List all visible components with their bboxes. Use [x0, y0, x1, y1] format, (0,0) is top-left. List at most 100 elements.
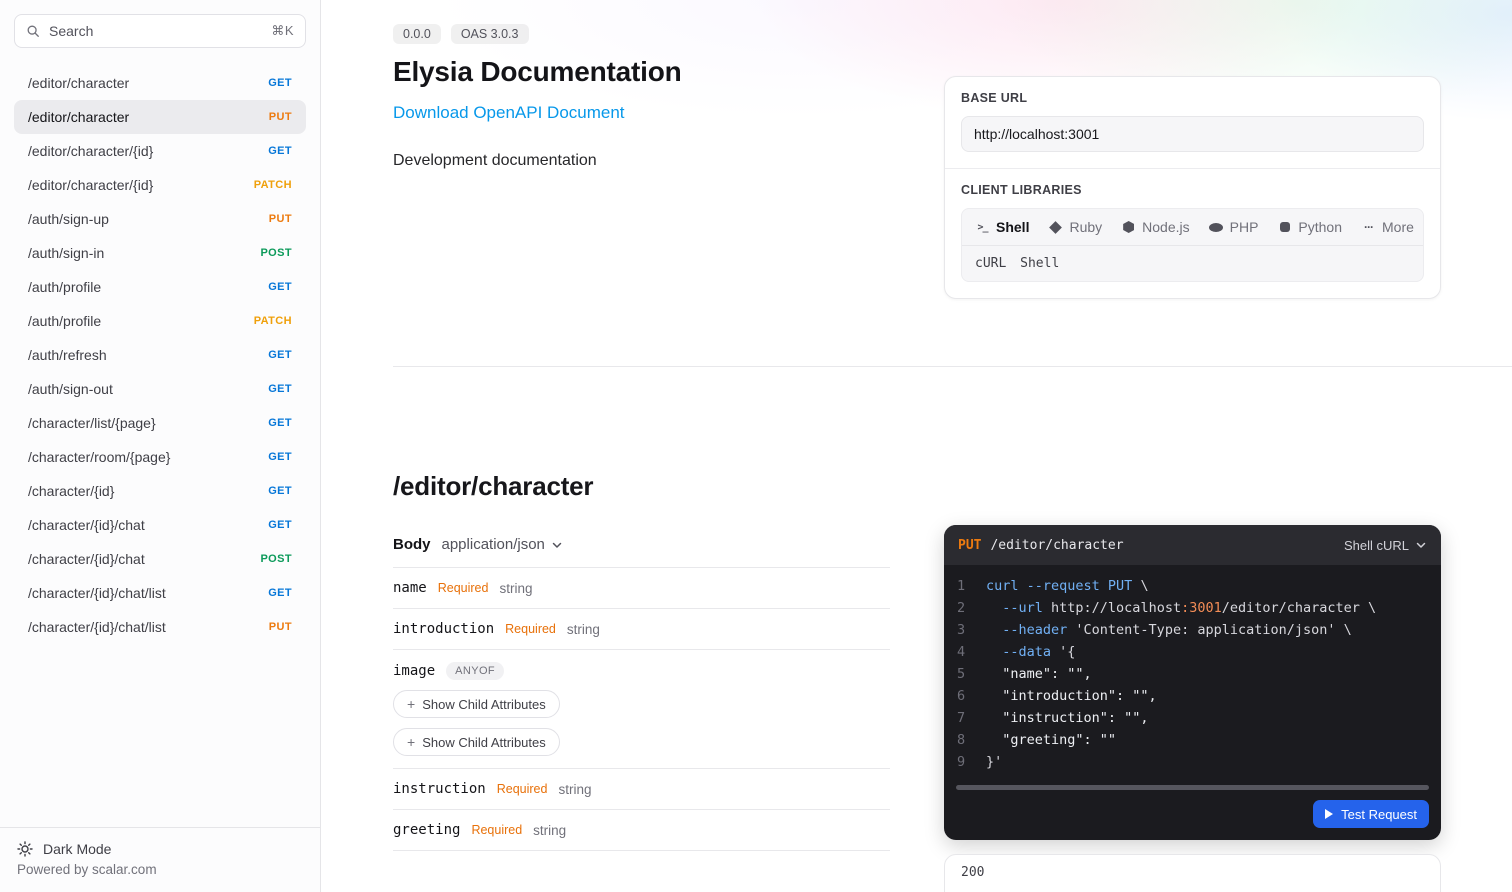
- response-preview[interactable]: 200: [944, 854, 1441, 892]
- show-child-attributes-button[interactable]: +Show Child Attributes: [393, 690, 560, 718]
- code-text: --url http://localhost:3001/editor/chara…: [986, 597, 1376, 619]
- client-library-tab-python[interactable]: Python: [1277, 219, 1342, 235]
- method-badge: GET: [268, 451, 292, 463]
- code-text: --header 'Content-Type: application/json…: [986, 619, 1352, 641]
- client-library-tab-php[interactable]: PHP: [1209, 219, 1259, 235]
- client-library-tab-nodejs[interactable]: Node.js: [1121, 219, 1189, 235]
- code-line: 4 --data '{: [957, 641, 1427, 663]
- code-text: "greeting": "": [986, 729, 1116, 751]
- sidebar-item-endpoint[interactable]: /editor/characterPUT: [14, 100, 306, 134]
- endpoint-path: /auth/profile: [28, 279, 101, 295]
- sidebar-item-endpoint[interactable]: /auth/refreshGET: [14, 338, 306, 372]
- sidebar-item-endpoint[interactable]: /character/{id}/chatGET: [14, 508, 306, 542]
- sidebar-item-endpoint[interactable]: /auth/sign-inPOST: [14, 236, 306, 270]
- ruby-icon: [1048, 220, 1063, 234]
- field-required-flag: Required: [438, 581, 489, 595]
- search-shortcut: ⌘K: [271, 23, 294, 39]
- endpoint-path: /auth/refresh: [28, 347, 107, 363]
- schema-field-row: instructionRequiredstring: [393, 769, 890, 810]
- line-number: 5: [957, 663, 971, 685]
- python-icon: [1277, 220, 1292, 234]
- plus-icon: +: [407, 734, 415, 750]
- field-name: introduction: [393, 621, 494, 637]
- search-input[interactable]: Search ⌘K: [14, 14, 306, 48]
- code-text: --data '{: [986, 641, 1075, 663]
- schema-field-head: nameRequiredstring: [393, 580, 890, 596]
- nodejs-icon: [1121, 220, 1136, 234]
- schema-field-head: imageANYOF: [393, 662, 890, 680]
- main-content: 0.0.0 OAS 3.0.3 Elysia Documentation Dow…: [321, 0, 1512, 892]
- test-request-button[interactable]: Test Request: [1313, 800, 1429, 828]
- endpoint-path: /character/{id}: [28, 483, 114, 499]
- language-selector-value: Shell cURL: [1344, 538, 1409, 553]
- sidebar-item-endpoint[interactable]: /character/{id}/chat/listGET: [14, 576, 306, 610]
- client-library-label: Python: [1298, 219, 1342, 235]
- endpoint-path: /character/{id}/chat/list: [28, 585, 166, 601]
- plus-icon: +: [407, 696, 415, 712]
- schema-field-row: introductionRequiredstring: [393, 609, 890, 650]
- page-title: Elysia Documentation: [393, 56, 933, 88]
- client-library-label: Ruby: [1069, 219, 1102, 235]
- sidebar-item-endpoint[interactable]: /character/room/{page} GET: [14, 440, 306, 474]
- powered-by-link[interactable]: Powered by scalar.com: [17, 862, 303, 877]
- method-badge: PUT: [269, 213, 292, 225]
- method-badge: GET: [268, 145, 292, 157]
- code-footer: Test Request: [944, 790, 1441, 840]
- line-number: 8: [957, 729, 971, 751]
- line-number: 3: [957, 619, 971, 641]
- endpoint-path: /character/room/{page}: [28, 449, 170, 465]
- line-number: 6: [957, 685, 971, 707]
- field-required-flag: Required: [471, 823, 522, 837]
- field-name: name: [393, 580, 427, 596]
- code-text: "instruction": "",: [986, 707, 1149, 729]
- language-selector[interactable]: Shell cURL: [1344, 538, 1427, 553]
- sidebar-item-endpoint[interactable]: /character/{id}/chatPOST: [14, 542, 306, 576]
- code-line: 1curl --request PUT \: [957, 575, 1427, 597]
- line-number: 1: [957, 575, 971, 597]
- sidebar: Search ⌘K /editor/characterGET/editor/ch…: [0, 0, 321, 892]
- endpoint-path: /auth/sign-out: [28, 381, 113, 397]
- server-card: BASE URL CLIENT LIBRARIES >_ShellRubyNod…: [944, 76, 1441, 299]
- base-url-input[interactable]: [961, 116, 1424, 152]
- sidebar-item-endpoint[interactable]: /auth/sign-outGET: [14, 372, 306, 406]
- sidebar-item-endpoint[interactable]: /character/{id}GET: [14, 474, 306, 508]
- sidebar-item-endpoint[interactable]: /editor/characterGET: [14, 66, 306, 100]
- sidebar-item-endpoint[interactable]: /character/{id}/chat/listPUT: [14, 610, 306, 644]
- schema-field-row: greetingRequiredstring: [393, 810, 890, 851]
- schema-field-row: imageANYOF +Show Child Attributes +Show Ch…: [393, 650, 890, 769]
- client-variant-selector[interactable]: cURL Shell: [962, 246, 1423, 281]
- sidebar-item-endpoint[interactable]: /character/list/{page}GET: [14, 406, 306, 440]
- client-library-tab-shell[interactable]: >_Shell: [975, 219, 1029, 235]
- endpoint-path: /auth/profile: [28, 313, 101, 329]
- dark-mode-label: Dark Mode: [43, 841, 111, 857]
- chevron-down-icon: [551, 539, 563, 551]
- search-icon: [26, 24, 40, 38]
- response-status: 200: [961, 865, 984, 880]
- endpoint-path: /character/{id}/chat/list: [28, 619, 166, 635]
- dark-mode-toggle[interactable]: Dark Mode: [17, 841, 303, 857]
- field-type: string: [567, 622, 600, 637]
- download-openapi-link[interactable]: Download OpenAPI Document: [393, 103, 625, 123]
- version-badges: 0.0.0 OAS 3.0.3: [393, 24, 933, 44]
- sidebar-item-endpoint[interactable]: /auth/profilePATCH: [14, 304, 306, 338]
- content-type-value: application/json: [442, 536, 545, 553]
- line-number: 9: [957, 751, 971, 773]
- client-library-label: More: [1382, 219, 1414, 235]
- code-line: 3 --header 'Content-Type: application/js…: [957, 619, 1427, 641]
- api-description: Development documentation: [393, 152, 933, 170]
- sidebar-item-endpoint[interactable]: /auth/sign-upPUT: [14, 202, 306, 236]
- sidebar-item-endpoint[interactable]: /editor/character/{id}GET: [14, 134, 306, 168]
- client-library-label: Node.js: [1142, 219, 1189, 235]
- client-library-tab-more[interactable]: ···More: [1361, 219, 1414, 235]
- endpoint-path: /editor/character: [28, 75, 129, 91]
- method-badge: GET: [268, 417, 292, 429]
- endpoint-path: /auth/sign-in: [28, 245, 104, 261]
- client-library-tab-ruby[interactable]: Ruby: [1048, 219, 1102, 235]
- sidebar-item-endpoint[interactable]: /editor/character/{id}PATCH: [14, 168, 306, 202]
- code-line: 6 "introduction": "",: [957, 685, 1427, 707]
- content-type-select[interactable]: application/json: [442, 536, 563, 553]
- code-line: 5 "name": "",: [957, 663, 1427, 685]
- show-child-attributes-button[interactable]: +Show Child Attributes: [393, 728, 560, 756]
- sidebar-item-endpoint[interactable]: /auth/profileGET: [14, 270, 306, 304]
- request-example-header: PUT /editor/character Shell cURL: [944, 525, 1441, 565]
